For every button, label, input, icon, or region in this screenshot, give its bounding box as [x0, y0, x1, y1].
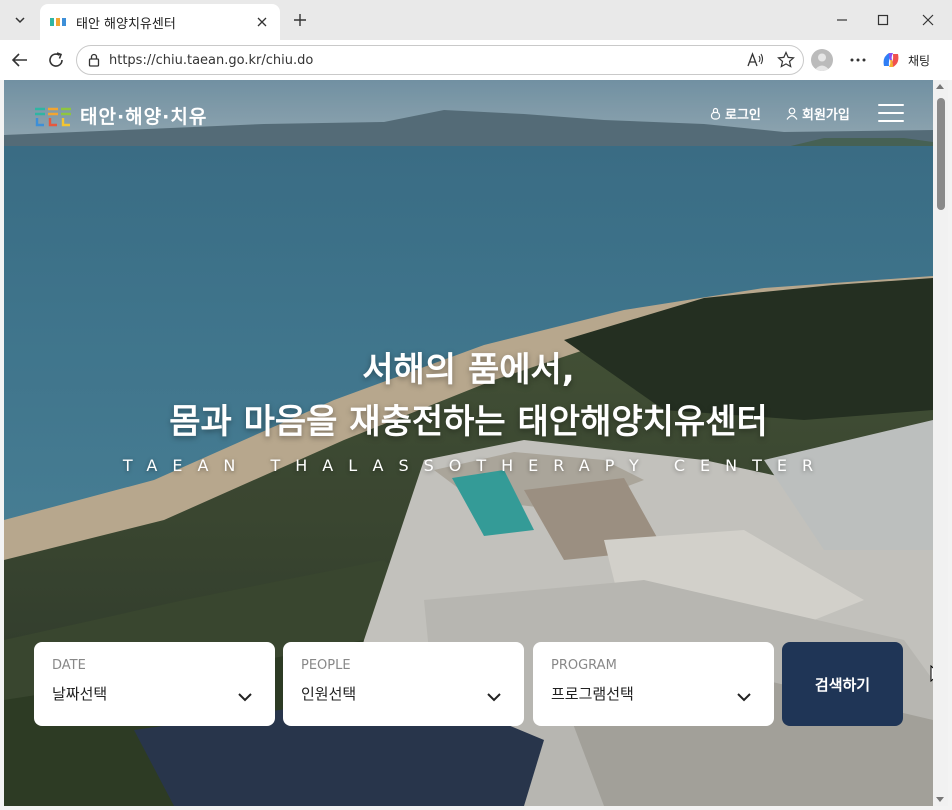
copilot-icon — [883, 53, 899, 67]
tab-actions-menu[interactable] — [6, 6, 34, 34]
program-select[interactable]: PROGRAM 프로그램선택 — [533, 642, 774, 726]
profile-avatar[interactable] — [811, 49, 833, 71]
user-icon — [786, 107, 798, 120]
site-logo[interactable]: 태안·해양·치유 — [34, 102, 207, 129]
scroll-up-arrow-icon[interactable] — [936, 84, 944, 89]
new-tab-button[interactable] — [288, 8, 312, 32]
scrollbar-thumb[interactable] — [937, 98, 945, 210]
copilot-chat-button[interactable]: 채팅 — [880, 46, 930, 74]
signup-link[interactable]: 회원가입 — [786, 104, 850, 123]
more-horizontal-icon — [850, 58, 866, 62]
chevron-down-icon — [15, 17, 25, 24]
date-select[interactable]: DATE 날짜선택 — [34, 642, 275, 726]
arrow-left-icon — [11, 53, 27, 67]
star-icon — [777, 51, 795, 68]
chevron-down-icon — [238, 693, 252, 702]
date-value: 날짜선택 — [52, 685, 108, 703]
refresh-icon — [49, 52, 63, 67]
more-options-button[interactable] — [846, 48, 870, 72]
site-favicon-icon — [50, 18, 66, 26]
close-icon — [257, 17, 267, 27]
logo-mark-icon — [35, 107, 71, 126]
tab-title: 태안 해양치유센터 — [76, 16, 176, 32]
maximize-icon — [877, 14, 889, 26]
program-value: 프로그램선택 — [551, 685, 634, 703]
chevron-down-icon — [487, 693, 501, 702]
read-aloud-button[interactable] — [743, 47, 769, 73]
scroll-down-arrow-icon[interactable] — [936, 797, 944, 802]
page-scrollbar[interactable] — [933, 80, 948, 806]
search-button[interactable]: 검색하기 — [782, 642, 903, 726]
window-close-button[interactable] — [916, 8, 940, 32]
web-viewport: 태안·해양·치유 로그인 회원가입 서해의 품에서, 몸과 마음을 재충전하는 … — [4, 80, 933, 806]
favorite-button[interactable] — [773, 47, 799, 73]
browser-tab-active[interactable]: 태안 해양치유센터 — [40, 4, 280, 40]
logo-text: 태안·해양·치유 — [80, 106, 208, 128]
chat-label: 채팅 — [908, 53, 931, 68]
read-aloud-icon — [747, 52, 764, 67]
lock-icon — [710, 107, 721, 120]
tab-close-button[interactable] — [254, 14, 270, 30]
maximize-button[interactable] — [871, 8, 895, 32]
close-icon — [922, 14, 934, 26]
hero-subtitle: TAEAN THALASSOTHERAPY CENTER — [122, 456, 829, 475]
date-label: DATE — [52, 658, 86, 673]
browser-toolbar: https://chiu.taean.go.kr/chiu.do 채팅 — [0, 40, 952, 80]
url-text: https://chiu.taean.go.kr/chiu.do — [109, 52, 314, 68]
lock-icon — [88, 53, 100, 67]
minimize-icon — [837, 19, 847, 21]
signup-label: 회원가입 — [802, 108, 850, 123]
back-button[interactable] — [8, 48, 32, 72]
program-label: PROGRAM — [551, 658, 617, 673]
refresh-button[interactable] — [44, 48, 68, 72]
user-avatar-icon — [814, 53, 830, 71]
login-link[interactable]: 로그인 — [710, 104, 761, 123]
minimize-button[interactable] — [830, 8, 854, 32]
hero-title-line1: 서해의 품에서, — [362, 350, 575, 390]
hamburger-menu-icon[interactable] — [878, 104, 904, 124]
site-header: 태안·해양·치유 로그인 회원가입 — [4, 80, 933, 150]
hero-title-line2: 몸과 마음을 재충전하는 태안해양치유센터 — [169, 402, 768, 442]
people-select[interactable]: PEOPLE 인원선택 — [283, 642, 524, 726]
people-value: 인원선택 — [301, 685, 357, 703]
people-label: PEOPLE — [301, 658, 351, 673]
browser-tab-bar: 태안 해양치유센터 — [0, 0, 952, 40]
plus-icon — [294, 14, 306, 26]
address-bar[interactable]: https://chiu.taean.go.kr/chiu.do — [76, 45, 804, 75]
chevron-down-icon — [737, 693, 751, 702]
login-label: 로그인 — [725, 108, 761, 123]
